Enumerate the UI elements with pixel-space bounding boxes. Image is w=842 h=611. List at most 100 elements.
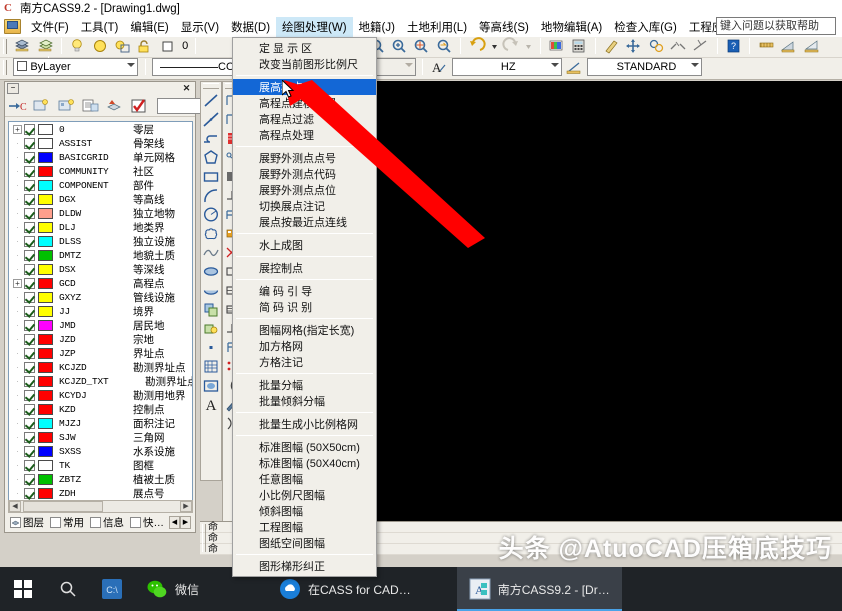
layer-color-swatch[interactable] (38, 474, 53, 485)
menu-check-in[interactable]: 检查入库(G) (608, 17, 683, 37)
layer-color-swatch[interactable] (38, 488, 53, 499)
layer-check-icon[interactable] (129, 97, 150, 115)
break-icon[interactable] (669, 37, 688, 55)
taskbar-item-cass-app[interactable]: A 南方CASS9.2 - [Dr… (457, 567, 622, 611)
layer-color-swatch[interactable] (38, 236, 53, 247)
layer-list[interactable]: +0零层 ·ASSIST骨架线 ·BASICGRID单元网格 ·COMMUNIT… (8, 121, 193, 513)
menu-contour[interactable]: 等高线(S) (473, 17, 535, 37)
list-item[interactable]: ·TK图框 (9, 458, 192, 472)
layer-color-swatch[interactable] (38, 292, 53, 303)
layer-checkbox[interactable] (24, 432, 35, 443)
text-icon[interactable]: A (202, 395, 220, 414)
ellipse-icon[interactable] (202, 262, 220, 281)
layer-checkbox[interactable] (24, 376, 35, 387)
list-item[interactable]: ·COMMUNITY社区 (9, 164, 192, 178)
layer-color-swatch[interactable] (38, 320, 53, 331)
layer-checkbox[interactable] (24, 222, 35, 233)
circle-icon[interactable] (202, 205, 220, 224)
list-item[interactable]: ·BASICGRID单元网格 (9, 150, 192, 164)
list-item[interactable]: ·KCJZD_TXT勘测界址点注记 (9, 374, 192, 388)
region-icon[interactable] (202, 376, 220, 395)
rectangle-icon[interactable] (202, 167, 220, 186)
layer-checkbox[interactable] (24, 236, 35, 247)
menu-item-oblique-sheet[interactable]: 倾斜图幅 (233, 503, 376, 519)
tab-next-button[interactable]: ▶ (180, 516, 191, 529)
layer-checkbox[interactable] (24, 264, 35, 275)
layer-checkbox[interactable] (24, 124, 35, 135)
layer-color-swatch[interactable] (38, 208, 53, 219)
windows-start-icon[interactable] (0, 567, 46, 611)
layer-color-swatch[interactable] (38, 432, 53, 443)
menu-cadastre[interactable]: 地籍(J) (353, 17, 401, 37)
layer-color-swatch[interactable] (38, 390, 53, 401)
lightbulb-on-icon[interactable] (68, 37, 87, 55)
menu-item-simple-code-recognition[interactable]: 简 码 识 别 (233, 299, 376, 315)
revision-cloud-icon[interactable] (202, 224, 220, 243)
list-item[interactable]: ·ZBTZ植被土质 (9, 472, 192, 486)
undo-dropdown-icon[interactable] (490, 37, 499, 55)
layer-color-swatch[interactable] (38, 264, 53, 275)
layer-checkbox[interactable] (24, 474, 35, 485)
list-item[interactable]: ·COMPONENT部件 (9, 178, 192, 192)
help-search-input[interactable]: 键入问题以获取帮助 (716, 17, 836, 35)
text-style-icon[interactable]: A (429, 58, 448, 76)
layer-color-swatch[interactable] (38, 362, 53, 373)
list-item[interactable]: ·JZD宗地 (9, 332, 192, 346)
list-item[interactable]: ·DMTZ地貌土质 (9, 248, 192, 262)
layer-checkbox[interactable] (24, 418, 35, 429)
layer-checkbox[interactable] (24, 180, 35, 191)
menu-item-show-control-points[interactable]: 展控制点 (233, 260, 376, 276)
layer-checkbox[interactable] (24, 152, 35, 163)
layer-color-swatch[interactable] (38, 166, 53, 177)
list-item[interactable]: ·DGX等高线 (9, 192, 192, 206)
menu-item-paper-space-sheet[interactable]: 图纸空间图幅 (233, 535, 376, 551)
taskbar-item-wechat[interactable]: 微信 (134, 567, 211, 611)
undo-icon[interactable] (467, 37, 486, 55)
dim-linear-icon[interactable] (757, 37, 776, 55)
menu-item-elevation-filter[interactable]: 高程点过滤 (233, 111, 376, 127)
menu-item-arbitrary-sheet[interactable]: 任意图幅 (233, 471, 376, 487)
menu-landuse[interactable]: 土地利用(L) (401, 17, 473, 37)
layer-checkbox[interactable] (24, 208, 35, 219)
layer-checkbox[interactable] (24, 292, 35, 303)
layer-checkbox[interactable] (24, 138, 35, 149)
tab-quick[interactable]: 快… (127, 515, 167, 531)
list-item[interactable]: ·DLSS独立设施 (9, 234, 192, 248)
move-icon[interactable] (624, 37, 643, 55)
layer-states-icon[interactable] (13, 37, 32, 55)
layer-checkbox[interactable] (24, 166, 35, 177)
dimstyle-combo[interactable]: STANDARD (587, 58, 702, 76)
help-icon[interactable]: ? (724, 37, 743, 55)
menu-item-change-scale[interactable]: 改变当前图形比例尺 (233, 56, 376, 72)
list-item[interactable]: ·KCJZD勘测界址点 (9, 360, 192, 374)
ellipse-arc-icon[interactable] (202, 281, 220, 300)
menu-item-standard-sheet-50x40[interactable]: 标准图幅 (50X40cm) (233, 455, 376, 471)
menu-item-show-elevation-points[interactable]: 展高程点 (233, 79, 376, 95)
menu-item-code-guide[interactable]: 编 码 引 导 (233, 283, 376, 299)
layer-checkbox[interactable] (24, 278, 35, 289)
render-icon[interactable] (547, 37, 566, 55)
zoom-previous-icon[interactable] (435, 37, 454, 55)
menu-item-batch-sheet-split[interactable]: 批量分幅 (233, 377, 376, 393)
make-block-icon[interactable] (202, 319, 220, 338)
layer-checkbox[interactable] (24, 404, 35, 415)
expand-icon[interactable]: + (13, 125, 22, 134)
tab-common[interactable]: 常用 (47, 515, 87, 531)
scroll-left-icon[interactable]: ◀ (9, 501, 21, 512)
polygon-icon[interactable] (202, 148, 220, 167)
list-item[interactable]: ·GXYZ管线设施 (9, 290, 192, 304)
list-item[interactable]: ·MJZJ面积注记 (9, 416, 192, 430)
layer-color-swatch[interactable] (38, 418, 53, 429)
menu-item-small-scale-sheet[interactable]: 小比例尺图幅 (233, 487, 376, 503)
toolbar-grip[interactable] (3, 39, 7, 54)
layer-checkbox[interactable] (24, 348, 35, 359)
menu-item-elevation-process[interactable]: 高程点处理 (233, 127, 376, 143)
layer-color-swatch[interactable] (158, 37, 177, 55)
menu-item-water-mapping[interactable]: 水上成图 (233, 237, 376, 253)
list-item[interactable]: ·DLJ地类界 (9, 220, 192, 234)
layer-checkbox[interactable] (24, 460, 35, 471)
minimize-button[interactable]: − (7, 83, 19, 94)
freeze-sun-icon[interactable] (91, 37, 110, 55)
scrollbar-thumb[interactable] (23, 501, 103, 512)
layer-merge-icon[interactable] (104, 97, 125, 115)
